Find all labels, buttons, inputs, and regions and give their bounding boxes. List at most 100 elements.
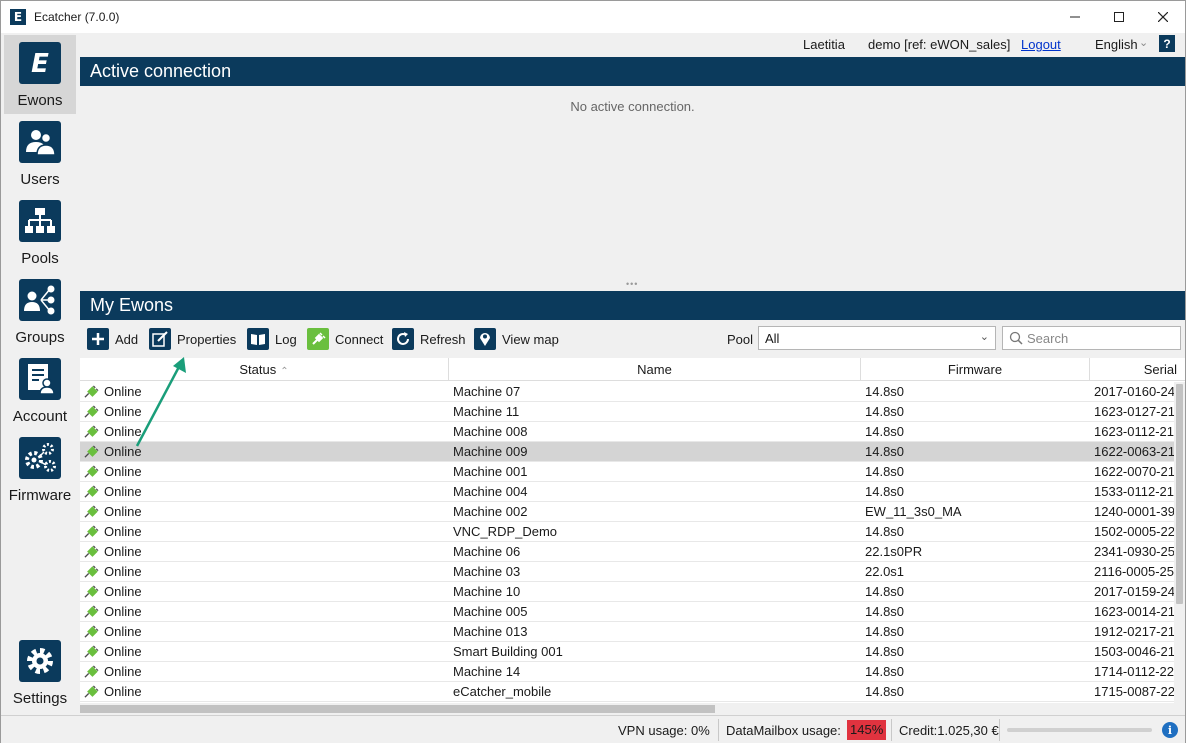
name-cell: Machine 06 [453,544,521,559]
status-cell: Online [84,422,444,442]
table-row[interactable]: Online Machine 14 14.8s0 1714-0112-22 [80,662,1174,682]
name-cell: Machine 002 [453,504,528,519]
language-select[interactable]: English [1095,37,1138,52]
log-button[interactable]: Log [247,326,297,352]
table-row[interactable]: Online Machine 11 14.8s0 1623-0127-21 [80,402,1174,422]
column-header-status[interactable]: Status ⌃ [80,358,449,381]
horizontal-scrollbar[interactable] [80,703,1185,715]
serial-cell: 1622-0070-21 [1094,464,1174,479]
status-text: Online [104,424,142,439]
pools-hierarchy-icon [19,200,61,242]
properties-button[interactable]: Properties [149,326,236,352]
table-row[interactable]: Online Machine 06 22.1s0PR 2341-0930-25 [80,542,1174,562]
table-row[interactable]: Online Smart Building 001 14.8s0 1503-0046-… [80,642,1174,662]
firmware-cell: 14.8s0 [865,444,905,459]
table-row[interactable]: Online Machine 009 14.8s0 1622-0063-21 [80,442,1174,462]
status-cell: Online [84,582,444,602]
status-text: Online [104,624,142,639]
firmware-cell: 22.0s1 [865,564,905,579]
info-icon[interactable]: i [1162,722,1178,738]
firmware-cell: 14.8s0 [865,604,905,619]
table-row[interactable]: Online Machine 008 14.8s0 1623-0112-21 [80,422,1174,442]
serial-cell: 1912-0217-21 [1094,624,1174,639]
online-status-icon [84,665,99,678]
search-input[interactable] [1027,330,1177,346]
sidebar-item-firmware[interactable]: Firmware [4,430,76,509]
column-header-firmware[interactable]: Firmware [861,358,1090,381]
pool-select[interactable]: All ⌄ [758,326,996,350]
status-text: Online [104,684,142,699]
datamailbox-usage-badge: 145% [847,720,887,740]
online-status-icon [84,425,99,438]
table-row[interactable]: Online Machine 002 EW_11_3s0_MA 1240-0001-3… [80,502,1174,522]
table-body: Online Machine 07 14.8s0 2017-0160-24 Online… [80,382,1174,702]
sidebar-item-ewons[interactable]: E Ewons [4,35,76,114]
connect-button[interactable]: Connect [307,326,383,352]
pool-selected-value: All [765,330,780,346]
book-icon [247,328,269,350]
table-row[interactable]: Online Machine 07 14.8s0 2017-0160-24 [80,382,1174,402]
table-header: Status ⌃ Name Firmware Serial [80,358,1185,381]
name-cell: VNC_RDP_Demo [453,524,558,539]
status-cell: Online [84,482,444,502]
firmware-cell: 14.8s0 [865,404,905,419]
firmware-cell: EW_11_3s0_MA [865,504,962,519]
help-icon[interactable]: ? [1159,35,1175,52]
table-row[interactable]: Online VNC_RDP_Demo 14.8s0 1502-0005-22 [80,522,1174,542]
refresh-button[interactable]: Refresh [392,326,466,352]
minimize-icon [1070,16,1080,18]
online-status-icon [84,585,99,598]
sidebar-item-account[interactable]: Account [4,351,76,430]
maximize-button[interactable] [1097,1,1141,33]
minimize-button[interactable] [1053,1,1097,33]
table-row[interactable]: Online eCatcher_mobile 14.8s0 1715-0087-22 [80,682,1174,702]
add-button[interactable]: Add [87,326,138,352]
online-status-icon [84,625,99,638]
firmware-cell: 14.8s0 [865,524,905,539]
vertical-scrollbar[interactable] [1174,382,1185,703]
column-header-label: Status [239,362,277,377]
view-map-button[interactable]: View map [474,326,559,352]
table-row[interactable]: Online Machine 03 22.0s1 2116-0005-25 [80,562,1174,582]
name-cell: Machine 11 [453,404,520,419]
ecatcher-window: E Ecatcher (7.0.0) E Ewons Users Pools G… [0,0,1186,743]
plug-icon [307,328,329,350]
logout-link[interactable]: Logout [1021,37,1061,52]
name-cell: Machine 005 [453,604,528,619]
scrollbar-thumb[interactable] [80,705,715,713]
scrollbar-thumb[interactable] [1176,384,1183,604]
close-button[interactable] [1141,1,1185,33]
sidebar-item-pools[interactable]: Pools [4,193,76,272]
datamailbox-usage-label: DataMailbox usage: [726,723,841,738]
column-header-name[interactable]: Name [449,358,861,381]
pool-label: Pool [727,332,754,347]
sidebar-item-label: Pools [21,250,59,267]
firmware-cell: 14.8s0 [865,624,905,639]
name-cell: eCatcher_mobile [453,684,552,699]
settings-gear-icon [19,640,61,682]
status-cell: Online [84,542,444,562]
table-row[interactable]: Online Machine 10 14.8s0 2017-0159-24 [80,582,1174,602]
credit-balance: Credit:1.025,30 € [899,723,999,738]
status-text: Online [104,644,142,659]
table-row[interactable]: Online Machine 013 14.8s0 1912-0217-21 [80,622,1174,642]
sidebar-item-label: Firmware [8,487,72,504]
active-connection-header: Active connection [80,57,1185,86]
table-row[interactable]: Online Machine 005 14.8s0 1623-0014-21 [80,602,1174,622]
vpn-usage: VPN usage: 0% [618,723,710,738]
connect-label: Connect [335,331,384,347]
splitter-handle[interactable]: ••• [626,279,638,289]
table-row[interactable]: Online Machine 001 14.8s0 1622-0070-21 [80,462,1174,482]
sidebar-item-users[interactable]: Users [4,114,76,193]
sort-ascending-icon: ⌃ [280,366,289,377]
status-bar: VPN usage: 0% DataMailbox usage: 145% Cr… [1,715,1185,743]
sidebar-item-settings[interactable]: Settings [4,633,76,712]
active-connection-panel: No active connection. ••• [80,86,1185,291]
online-status-icon [84,385,99,398]
column-header-serial[interactable]: Serial [1090,358,1185,381]
serial-cell: 1623-0014-21 [1094,604,1174,619]
serial-cell: 2017-0160-24 [1094,384,1174,399]
sidebar-item-groups[interactable]: Groups [4,272,76,351]
table-row[interactable]: Online Machine 004 14.8s0 1533-0112-21 [80,482,1174,502]
status-text: Online [104,464,142,479]
